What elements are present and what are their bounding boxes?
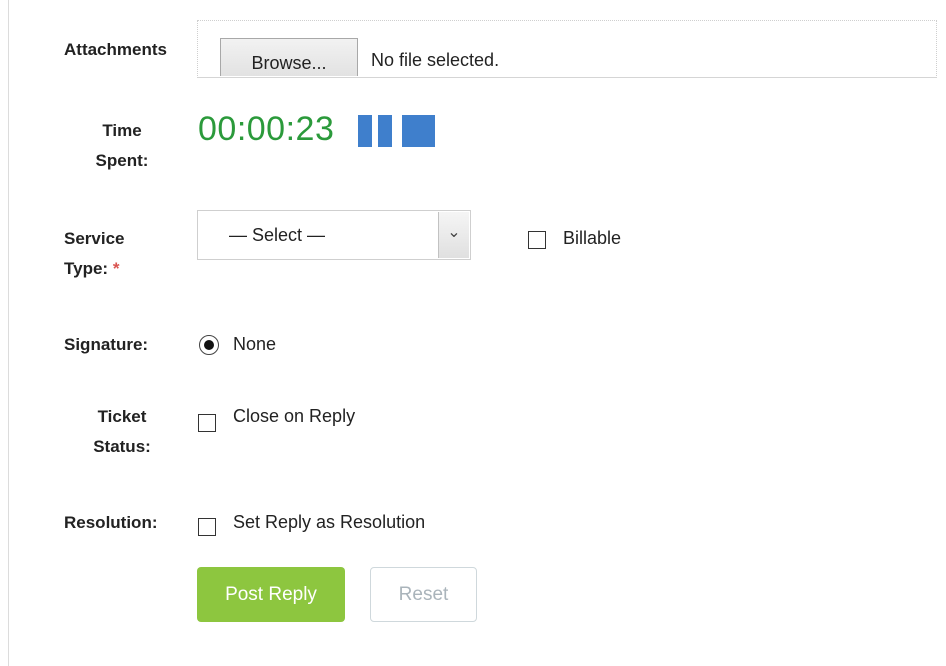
ticket-status-label-line1: Ticket <box>97 407 147 426</box>
signature-none-label: None <box>233 334 277 354</box>
close-on-reply-checkbox[interactable] <box>198 414 216 432</box>
post-reply-button[interactable]: Post Reply <box>197 567 345 622</box>
resolution-label: Resolution: <box>64 513 158 532</box>
time-spent-label-line1: Time <box>102 121 142 140</box>
set-reply-resolution-label: Set Reply as Resolution <box>233 512 426 532</box>
reset-button[interactable]: Reset <box>370 567 477 622</box>
required-mark: * <box>112 259 120 278</box>
pause-icon[interactable] <box>358 115 394 147</box>
service-type-label: Service Type: * <box>64 224 125 284</box>
ticket-status-label-line2: Status: <box>93 437 151 456</box>
close-on-reply-label: Close on Reply <box>233 406 356 426</box>
time-spent-label-line2: Spent: <box>95 151 149 170</box>
signature-label: Signature: <box>64 335 149 354</box>
service-type-label-line2: Type: <box>64 259 109 278</box>
signature-none-radio[interactable] <box>199 335 219 355</box>
timer-display: 00:00:23 <box>198 110 335 148</box>
stop-icon[interactable] <box>402 115 435 147</box>
file-status-text: No file selected. <box>371 50 500 70</box>
ticket-status-label: Ticket Status: <box>78 402 166 462</box>
service-type-label-line1: Service <box>64 229 125 248</box>
browse-button[interactable]: Browse... <box>220 38 358 76</box>
service-type-selected-value: — Select — <box>229 225 326 245</box>
billable-label: Billable <box>563 228 622 248</box>
chevron-down-icon[interactable]: ⌄ <box>438 212 469 258</box>
panel-left-border <box>8 0 9 666</box>
billable-checkbox[interactable] <box>528 231 546 249</box>
set-reply-resolution-checkbox[interactable] <box>198 518 216 536</box>
attachments-label: Attachments <box>64 40 167 59</box>
service-type-select[interactable]: — Select — ⌄ <box>197 210 471 260</box>
time-spent-label: Time Spent: <box>78 116 166 176</box>
